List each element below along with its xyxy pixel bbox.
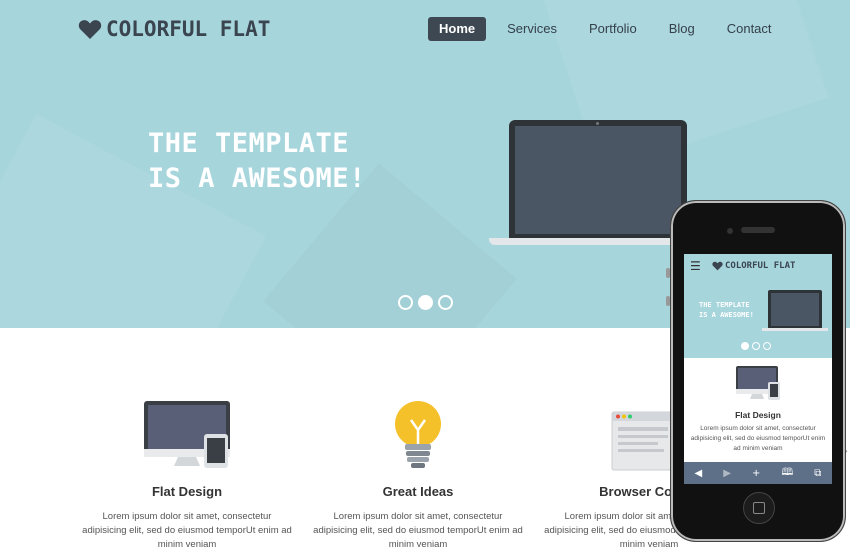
feature-text: Lorem ipsum dolor sit amet, consectetur … [313, 511, 523, 550]
hero-title-line1: THE TEMPLATE [148, 128, 350, 159]
feature-title: Flat Design [151, 484, 223, 499]
phone-hero-title-line2: IS A AWESOME! [699, 311, 754, 319]
logo-text: COLORFUL FLAT [106, 17, 271, 41]
nav-item-home[interactable]: Home [428, 17, 487, 41]
phone-slider-dot-2[interactable] [752, 342, 760, 350]
slider-dot-2[interactable] [418, 295, 433, 310]
phone-slider-dot-1[interactable] [741, 342, 749, 350]
phone-screen: ☰ COLORFUL FLAT THE TEMPLATE IS A AWESOM… [684, 254, 832, 484]
main-nav: Home Services Portfolio Blog Contact [428, 17, 793, 41]
add-icon[interactable]: + [752, 468, 760, 479]
lightbulb-icon [313, 398, 523, 474]
nav-item-portfolio[interactable]: Portfolio [578, 17, 648, 41]
phone-slider-pagination [741, 342, 771, 350]
heart-icon [78, 19, 102, 39]
phone-slider-dot-3[interactable] [763, 342, 771, 350]
phone-feature-text: Lorem ipsum dolor sit amet, consectetur … [690, 425, 826, 452]
hero-title: THE TEMPLATE IS A AWESOME! [148, 126, 366, 196]
phone-laptop-base [762, 328, 828, 331]
laptop-camera [596, 122, 599, 125]
phone-home-button [743, 492, 775, 524]
laptop-illustration [509, 120, 687, 238]
tabs-icon[interactable]: ⧉ [814, 468, 821, 479]
heart-icon [712, 261, 723, 271]
nav-item-services[interactable]: Services [496, 17, 568, 41]
phone-logo-text: COLORFUL FLAT [725, 261, 796, 271]
back-arrow-icon[interactable]: ◀ [695, 468, 703, 479]
feature-text: Lorem ipsum dolor sit amet, consectetur … [82, 511, 292, 550]
feature-great-ideas: Great Ideas Lorem ipsum dolor sit amet, … [313, 398, 523, 552]
phone-feature-title: Flat Design [735, 410, 781, 420]
hero-title-line2: IS A AWESOME! [148, 163, 366, 194]
site-logo[interactable]: COLORFUL FLAT [78, 17, 270, 41]
slider-pagination [398, 295, 453, 310]
bookmarks-icon[interactable]: 🕮 [781, 465, 793, 482]
phone-laptop-illustration [768, 290, 822, 328]
slider-dot-3[interactable] [438, 295, 453, 310]
phone-camera [727, 228, 733, 234]
feature-flat-design: Flat Design Lorem ipsum dolor sit amet, … [82, 398, 292, 552]
laptop-display [515, 126, 681, 234]
slider-dot-1[interactable] [398, 295, 413, 310]
feature-title: Great Ideas [382, 484, 454, 499]
phone-hero-title-line1: THE TEMPLATE [699, 301, 750, 309]
phone-speaker [741, 227, 775, 233]
phone-mockup: ☰ COLORFUL FLAT THE TEMPLATE IS A AWESOM… [670, 200, 846, 542]
phone-browser-toolbar: ◀ ▶ + 🕮 ⧉ [684, 462, 832, 484]
phone-hero-title: THE TEMPLATE IS A AWESOME! [699, 300, 754, 320]
nav-item-contact[interactable]: Contact [716, 17, 783, 41]
phone-logo[interactable]: COLORFUL FLAT [712, 261, 795, 271]
phone-hero: ☰ COLORFUL FLAT THE TEMPLATE IS A AWESOM… [684, 254, 832, 358]
desktop-tablet-icon [735, 365, 783, 407]
hamburger-menu-icon[interactable]: ☰ [690, 260, 701, 272]
forward-arrow-icon[interactable]: ▶ [723, 468, 731, 479]
nav-item-blog[interactable]: Blog [658, 17, 706, 41]
desktop-tablet-icon [82, 398, 292, 474]
